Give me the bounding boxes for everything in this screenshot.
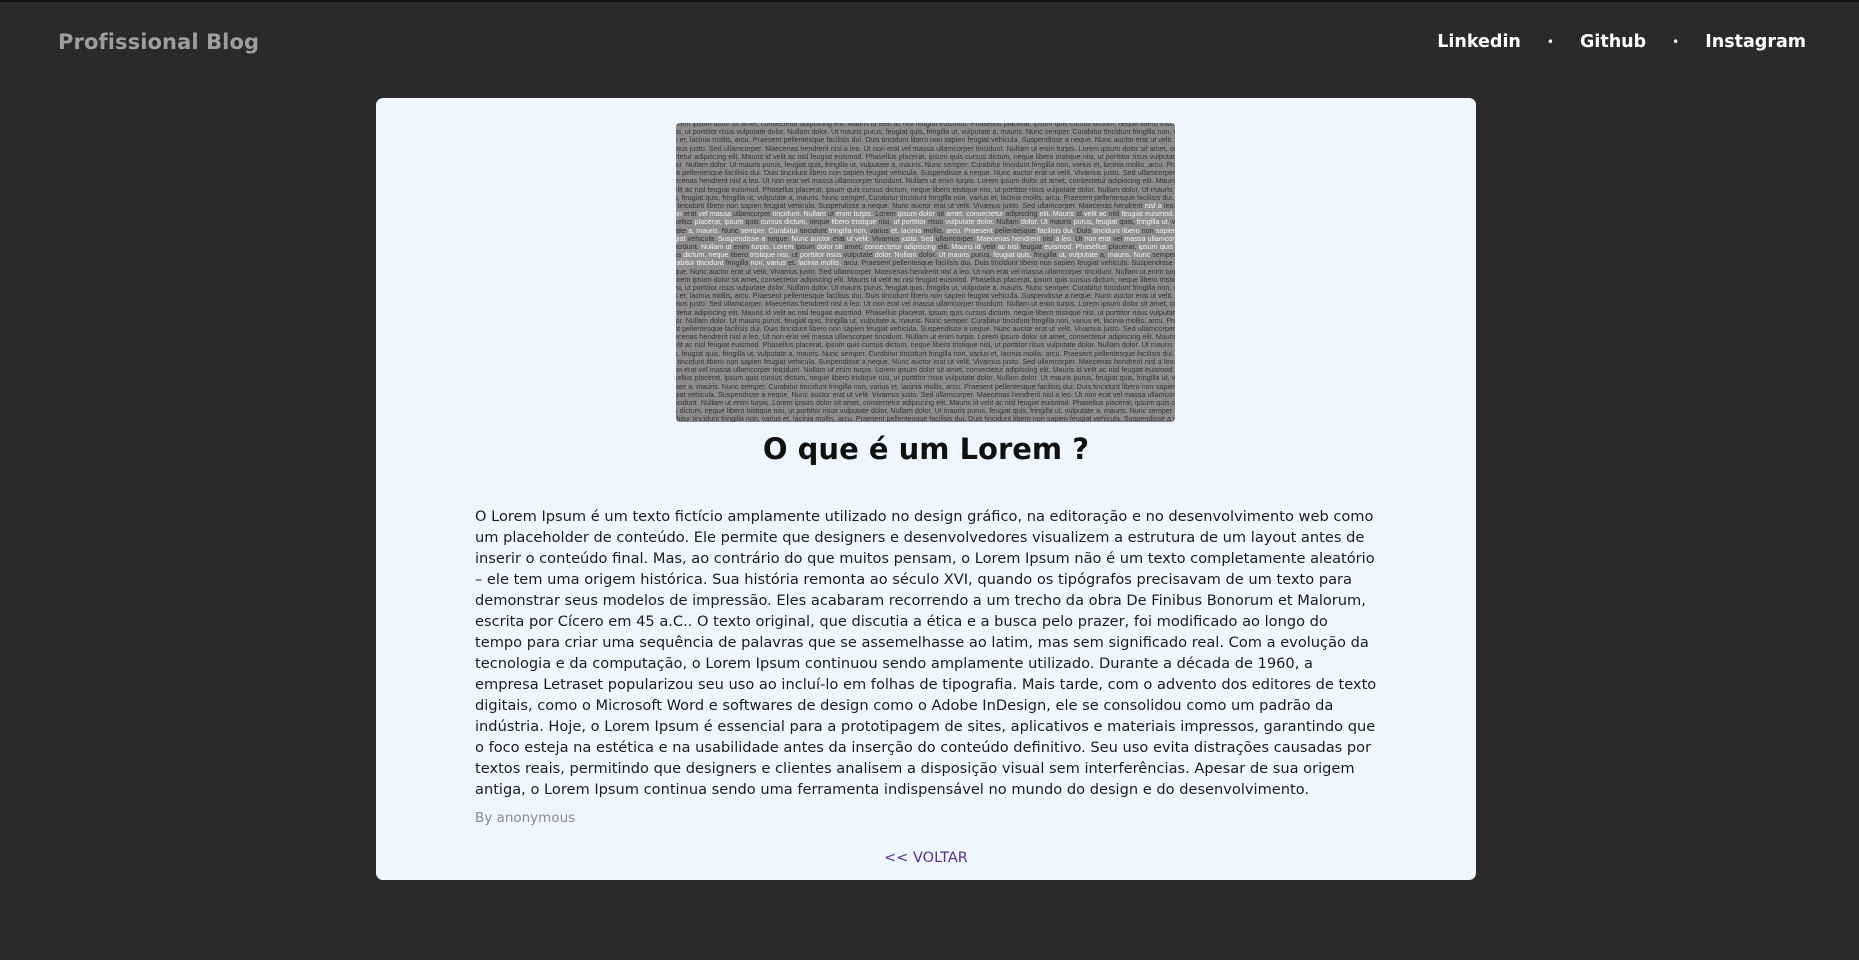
post-image: Lorem ipsum dolor sit amet, consectetur … xyxy=(676,123,1175,422)
post-title: O que é um Lorem ? xyxy=(762,432,1090,466)
social-nav: Linkedin • Github • Instagram xyxy=(1437,32,1806,52)
brand-logo-link[interactable]: Profissional Blog xyxy=(58,30,259,54)
nav-linkedin-link[interactable]: Linkedin xyxy=(1437,32,1521,52)
lorem-texture-image: Lorem ipsum dolor sit amet, consectetur … xyxy=(676,123,1175,422)
post-card: Lorem ipsum dolor sit amet, consectetur … xyxy=(376,98,1476,880)
post-body: O Lorem Ipsum é um texto fictício amplam… xyxy=(475,508,1377,798)
nav-github-link[interactable]: Github xyxy=(1580,32,1646,52)
nav-separator: • xyxy=(1546,35,1554,49)
back-link[interactable]: << VOLTAR xyxy=(376,850,1476,866)
site-header: Profissional Blog Linkedin • Github • In… xyxy=(0,2,1859,86)
post-author: By anonymous xyxy=(475,810,576,826)
nav-instagram-link[interactable]: Instagram xyxy=(1705,32,1806,52)
nav-separator: • xyxy=(1672,35,1680,49)
